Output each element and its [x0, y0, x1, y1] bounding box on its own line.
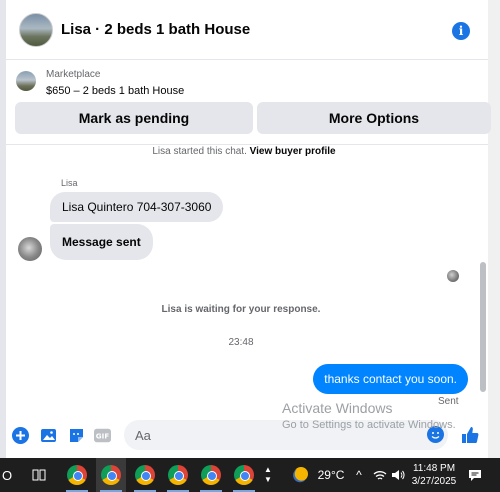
messenger-window: Lisa · 2 beds 1 bath House i Marketplace…	[0, 0, 500, 458]
message-timestamp: 23:48	[228, 337, 254, 348]
taskbar-overflow-arrows[interactable]: ▲ ▼	[262, 458, 274, 492]
more-options-button[interactable]: More Options	[257, 102, 491, 134]
incoming-message[interactable]: Lisa Quintero 704-307-3060	[50, 192, 224, 222]
clock-date: 3/27/2025	[411, 476, 457, 487]
mark-as-pending-button[interactable]: Mark as pending	[15, 102, 253, 134]
weather-icon[interactable]	[290, 458, 312, 492]
chrome-icon	[67, 465, 87, 485]
waiting-notice: Lisa is waiting for your response.	[161, 304, 321, 315]
view-buyer-profile-link[interactable]: View buyer profile	[250, 146, 336, 157]
sticker-icon[interactable]	[68, 427, 85, 444]
chrome-icon	[101, 465, 121, 485]
listing-thumbnail[interactable]	[16, 71, 36, 91]
chrome-taskbar-icon[interactable]	[229, 458, 259, 492]
chrome-taskbar-icon[interactable]	[130, 458, 160, 492]
activate-windows-subtitle: Go to Settings to activate Windows.	[282, 419, 456, 431]
activate-windows-title: Activate Windows	[282, 400, 393, 416]
chat-header: Lisa · 2 beds 1 bath House i	[6, 0, 488, 60]
listing-avatar[interactable]	[19, 12, 53, 47]
clock[interactable]: 11:48 PM 3/27/2025	[408, 458, 460, 492]
gif-icon[interactable]: GIF	[94, 427, 111, 444]
chrome-taskbar-icon[interactable]	[96, 458, 126, 492]
chrome-taskbar-icon[interactable]	[163, 458, 193, 492]
chrome-icon	[135, 465, 155, 485]
window-edge-right	[488, 0, 500, 458]
windows-taskbar: O ▲ ▼ 29°C ^ 11:48 PM 3/27/2025	[0, 458, 500, 492]
chat-start-notice: Lisa started this chat. View buyer profi…	[0, 146, 488, 157]
listing-source: Marketplace	[46, 69, 101, 80]
chrome-icon	[168, 465, 188, 485]
sender-avatar[interactable]	[18, 237, 42, 261]
add-icon[interactable]	[12, 427, 29, 444]
like-icon[interactable]	[460, 425, 480, 445]
listing-description[interactable]: $650 – 2 beds 1 bath House	[46, 85, 184, 97]
photo-icon[interactable]	[40, 427, 57, 444]
incoming-message[interactable]: Message sent	[50, 224, 153, 260]
listing-card: Marketplace $650 – 2 beds 1 bath House M…	[6, 61, 491, 145]
chrome-taskbar-icon[interactable]	[196, 458, 226, 492]
chat-start-text: Lisa started this chat.	[152, 146, 247, 157]
notification-icon[interactable]	[464, 458, 486, 492]
chevron-down-icon: ▼	[264, 475, 272, 484]
weather-temperature[interactable]: 29°C	[316, 458, 346, 492]
seen-indicator-avatar	[447, 270, 459, 282]
svg-text:GIF: GIF	[96, 432, 110, 441]
info-icon[interactable]: i	[452, 22, 470, 40]
chrome-taskbar-icon[interactable]	[62, 458, 92, 492]
chrome-icon	[234, 465, 254, 485]
wifi-icon[interactable]	[372, 458, 388, 492]
chat-title[interactable]: Lisa · 2 beds 1 bath House	[61, 21, 250, 38]
chat-scrollbar[interactable]	[480, 262, 486, 392]
task-view-icon[interactable]	[26, 458, 52, 492]
clock-time: 11:48 PM	[412, 463, 456, 474]
volume-icon[interactable]	[390, 458, 406, 492]
search-icon[interactable]: O	[0, 458, 14, 492]
chrome-icon	[201, 465, 221, 485]
sender-name: Lisa	[61, 178, 78, 188]
outgoing-message[interactable]: thanks contact you soon.	[313, 364, 468, 394]
chevron-up-icon: ▲	[264, 465, 272, 474]
tray-expand-icon[interactable]: ^	[352, 458, 366, 492]
message-status: Sent	[438, 396, 459, 407]
